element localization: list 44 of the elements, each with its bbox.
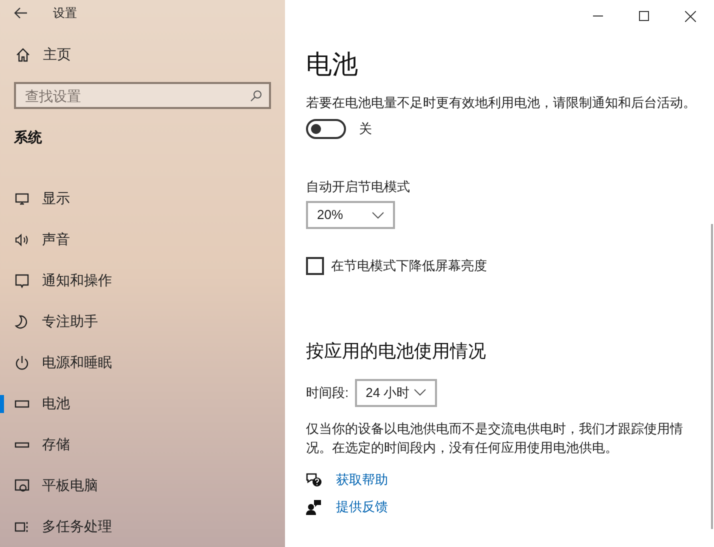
toggle-switch[interactable]: [306, 118, 346, 138]
nav-item[interactable]: 平板电脑: [0, 465, 285, 506]
nav-item[interactable]: 多任务处理: [0, 506, 285, 547]
period-dropdown[interactable]: 24 小时: [354, 378, 437, 406]
nav-item[interactable]: 电池: [0, 383, 285, 424]
link[interactable]: 提供反馈: [336, 496, 388, 516]
checkbox[interactable]: [306, 256, 324, 275]
home-link[interactable]: 主页: [16, 44, 71, 65]
back-arrow-icon[interactable]: [14, 7, 28, 19]
display-icon: [14, 190, 30, 206]
nav-item[interactable]: 通知和操作: [0, 260, 285, 301]
chat-question-icon: [306, 472, 322, 487]
nav-item[interactable]: 电源和睡眠: [0, 342, 285, 383]
search-icon: [250, 90, 262, 102]
sound-icon: [14, 232, 30, 248]
notification-icon: [14, 272, 30, 288]
window-title: 设置: [53, 5, 77, 22]
nav-item[interactable]: 专注助手: [0, 301, 285, 342]
description: 若要在电池电量不足时更有效地利用电池，请限制通知和后台活动。: [306, 94, 696, 112]
person-feedback-icon: [306, 498, 322, 514]
link[interactable]: 获取帮助: [336, 470, 388, 490]
section-title: 按应用的电池使用情况: [306, 340, 486, 362]
search-field[interactable]: 查找设置: [14, 82, 271, 109]
usage-note: 仅当你的设备以电池供电而不是交流电供电时，我们才跟踪使用情况。在选定的时间段内，没有任何应用使用电池供电。: [306, 420, 684, 456]
maximize-icon[interactable]: [639, 11, 649, 21]
power-icon: [14, 354, 30, 370]
page-title: 电池: [306, 48, 358, 81]
nav-item[interactable]: 显示: [0, 178, 285, 219]
nav-item[interactable]: 存储: [0, 424, 285, 465]
home-icon: [16, 48, 30, 62]
field-label: 自动开启节电模式: [306, 178, 410, 196]
percent-dropdown[interactable]: 20%: [306, 201, 395, 229]
close-icon[interactable]: [685, 10, 696, 22]
toggle-state: 关: [359, 120, 372, 138]
field-label: 时间段:: [306, 384, 349, 402]
checkbox-label: 在节电模式下降低屏幕亮度: [331, 257, 487, 275]
section-heading: 系统: [14, 128, 43, 147]
selection-indicator: [0, 395, 4, 413]
chevron-icon: [372, 212, 384, 218]
tablet-icon: [14, 478, 30, 494]
chevron-icon: [414, 389, 426, 396]
scrollbar[interactable]: [711, 224, 713, 529]
moon-icon: [14, 314, 30, 330]
nav-item[interactable]: 声音: [0, 219, 285, 260]
